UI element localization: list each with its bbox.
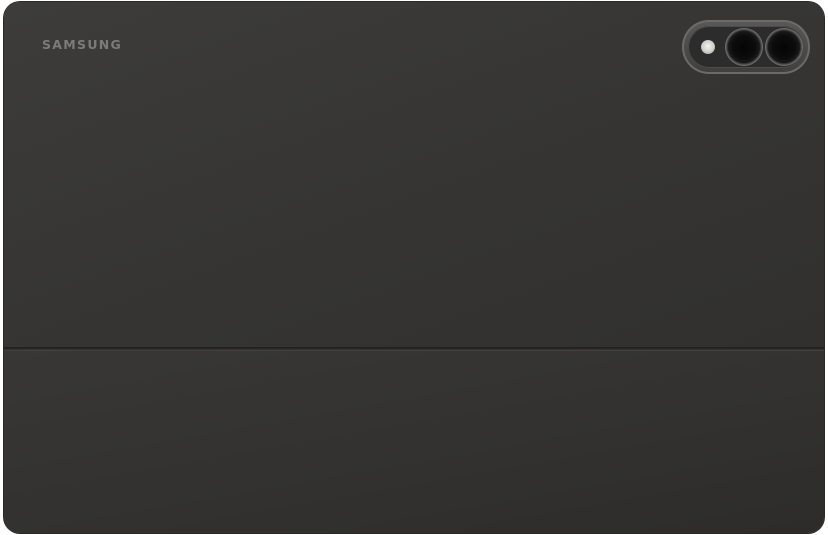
upper-back-panel: SAMSUNG: [4, 2, 824, 347]
tablet-book-cover-case: SAMSUNG: [4, 2, 824, 533]
product-image: SAMSUNG: [0, 0, 828, 535]
camera-lens-icon: [726, 29, 762, 65]
camera-module: [682, 20, 810, 74]
camera-cutout: [688, 26, 804, 68]
camera-lens-icon: [766, 29, 802, 65]
samsung-logo: SAMSUNG: [42, 37, 123, 52]
keyboard-flap-panel: [4, 351, 824, 533]
camera-flash-icon: [701, 40, 715, 54]
